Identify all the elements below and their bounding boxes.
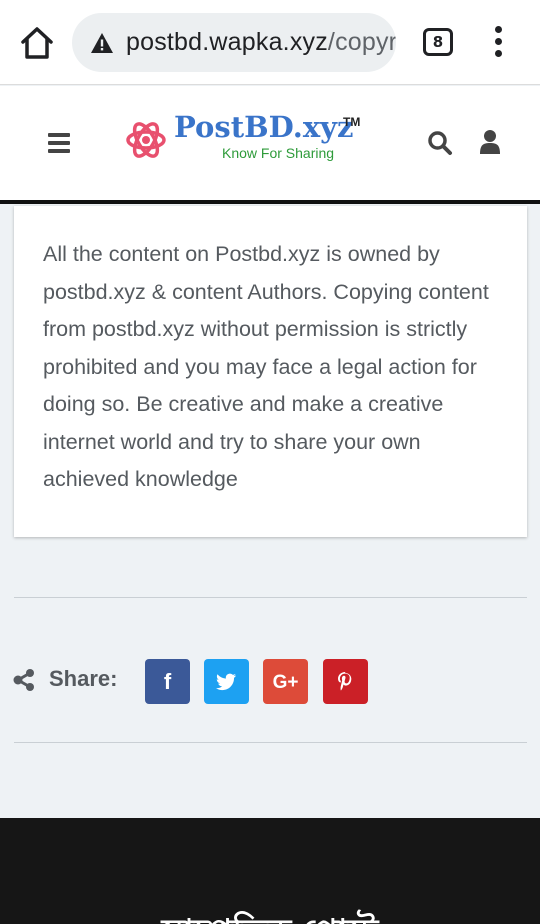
search-icon[interactable] (427, 130, 453, 156)
pinterest-icon (338, 672, 352, 691)
hamburger-menu-icon[interactable] (48, 133, 70, 153)
tab-switcher-button[interactable]: 8 (423, 28, 453, 56)
header-divider (0, 200, 540, 204)
recent-posts-heading: সাম্প্রতিক পোস্ট (0, 906, 540, 924)
share-label: Share: (49, 666, 118, 691)
not-secure-warning-icon[interactable] (90, 32, 114, 54)
share-twitter-button[interactable] (204, 659, 249, 704)
user-account-icon[interactable] (479, 129, 501, 155)
logo-atom-icon[interactable] (126, 119, 166, 161)
home-icon[interactable] (18, 24, 56, 62)
trademark-mark: TM (343, 115, 361, 129)
url-host: postbd.wapka.xyz (126, 28, 328, 56)
google-plus-icon: G+ (273, 672, 299, 693)
site-header: PostBD.xyz TM Know For Sharing (0, 86, 540, 200)
site-tagline: Know For Sharing (222, 145, 335, 161)
url-text[interactable]: postbd.wapka.xyz/copyr (126, 28, 396, 57)
share-pinterest-button[interactable] (323, 659, 368, 704)
url-path: /copyr (327, 28, 396, 56)
share-icon (13, 669, 35, 691)
facebook-icon: f (164, 669, 172, 694)
share-top-divider (14, 597, 527, 598)
site-footer: সাম্প্রতিক পোস্ট (0, 818, 540, 924)
share-bottom-divider (14, 742, 527, 743)
twitter-icon (216, 673, 236, 691)
address-bar[interactable]: postbd.wapka.xyz/copyr (72, 13, 396, 72)
google-plus-glyph: G+ (273, 672, 299, 693)
share-google-plus-button[interactable]: G+ (263, 659, 308, 704)
site-logo-title[interactable]: PostBD.xyz (174, 110, 353, 144)
copyright-notice-card: All the content on Postbd.xyz is owned b… (14, 206, 527, 537)
browser-toolbar: postbd.wapka.xyz/copyr 8 (0, 0, 540, 85)
share-facebook-button[interactable]: f (145, 659, 190, 704)
facebook-glyph: f (164, 669, 172, 694)
copyright-notice-text: All the content on Postbd.xyz is owned b… (43, 242, 489, 491)
browser-menu-icon[interactable] (486, 26, 510, 60)
